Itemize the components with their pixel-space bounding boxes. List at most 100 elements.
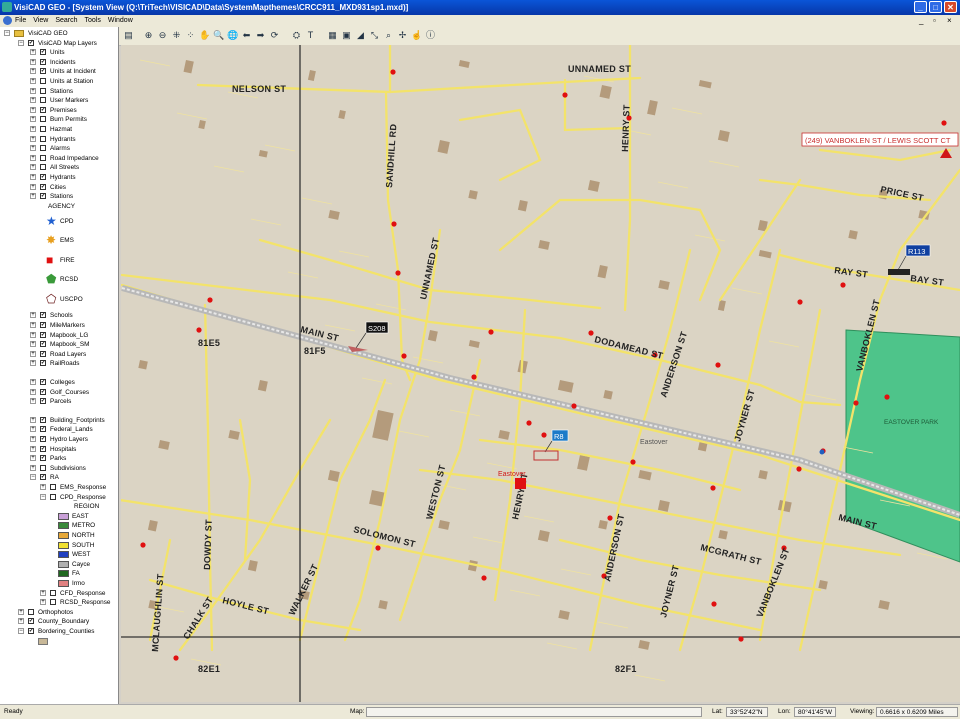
layer-checkbox[interactable] bbox=[40, 58, 46, 65]
layer-checkbox[interactable] bbox=[40, 388, 46, 395]
tree-item-layer[interactable]: + All Streets bbox=[0, 163, 118, 172]
fixed-zoom-out-icon[interactable]: ⁘ bbox=[185, 30, 196, 41]
layer-checkbox[interactable] bbox=[40, 455, 46, 462]
layer-checkbox[interactable] bbox=[40, 435, 46, 442]
expand-toggle[interactable]: − bbox=[40, 493, 46, 500]
expand-toggle[interactable]: + bbox=[30, 378, 36, 385]
layer-checkbox[interactable] bbox=[28, 627, 34, 634]
agency-legend-item[interactable]: ⬠ USCPO bbox=[0, 290, 118, 309]
region-legend-item[interactable]: METRO bbox=[0, 521, 118, 530]
agency-legend-item[interactable]: ✸ EMS bbox=[0, 231, 118, 250]
agency-legend-item[interactable]: ★ CPD bbox=[0, 212, 118, 231]
layer-checkbox[interactable] bbox=[40, 416, 46, 423]
expand-toggle[interactable]: + bbox=[40, 589, 46, 596]
zoom-out-icon[interactable]: ⊖ bbox=[157, 30, 168, 41]
select-hand-icon[interactable]: ☝ bbox=[411, 30, 422, 41]
layer-checkbox[interactable] bbox=[28, 39, 34, 46]
tree-item-layer[interactable]: + Road Layers bbox=[0, 350, 118, 359]
layer-checkbox[interactable] bbox=[40, 106, 46, 113]
vehicle-icon[interactable]: ▣ bbox=[341, 30, 352, 41]
tree-item-layer[interactable]: + Units at Station bbox=[0, 77, 118, 86]
layer-checkbox[interactable] bbox=[40, 474, 46, 481]
tree-cfd-response[interactable]: + CFD_Response bbox=[0, 589, 118, 598]
expand-toggle[interactable]: + bbox=[30, 435, 36, 442]
tree-item-layer[interactable]: + Units at Incident bbox=[0, 67, 118, 76]
layer-checkbox[interactable] bbox=[40, 426, 46, 433]
region-legend-item[interactable]: Irmo bbox=[0, 579, 118, 588]
zoom-in-icon[interactable]: ⊕ bbox=[143, 30, 154, 41]
tree-item-layer[interactable]: − Bordering_Counties bbox=[0, 627, 118, 636]
tree-item-layer[interactable]: + Orthophotos bbox=[0, 608, 118, 617]
tree-item-layer[interactable]: + Parcels bbox=[0, 397, 118, 406]
pan-hand-icon[interactable]: ✋ bbox=[199, 30, 210, 41]
expand-toggle[interactable]: + bbox=[30, 106, 36, 113]
layer-checkbox[interactable] bbox=[40, 135, 46, 142]
expand-toggle[interactable]: − bbox=[18, 627, 24, 634]
tree-item-layer[interactable]: + Stations bbox=[0, 87, 118, 96]
layer-checkbox[interactable] bbox=[40, 445, 46, 452]
find-icon[interactable]: ⛭ bbox=[291, 30, 302, 41]
expand-toggle[interactable]: + bbox=[18, 618, 24, 625]
region-legend-item[interactable]: NORTH bbox=[0, 531, 118, 540]
menu-window[interactable]: Window bbox=[108, 17, 133, 24]
expand-toggle[interactable]: + bbox=[30, 116, 36, 123]
menu-tools[interactable]: Tools bbox=[85, 17, 101, 24]
tree-item-layer[interactable]: + Units bbox=[0, 48, 118, 57]
region-legend-item[interactable]: WEST bbox=[0, 550, 118, 559]
expand-toggle[interactable]: + bbox=[30, 87, 36, 94]
expand-toggle[interactable]: + bbox=[40, 483, 46, 490]
expand-toggle[interactable]: + bbox=[30, 312, 36, 319]
layer-checkbox[interactable] bbox=[40, 378, 46, 385]
zoom-magnifier-icon[interactable]: 🔍 bbox=[213, 30, 224, 41]
layer-checkbox[interactable] bbox=[40, 321, 46, 328]
expand-toggle[interactable]: + bbox=[30, 388, 36, 395]
forward-arrow-icon[interactable]: ➡ bbox=[255, 30, 266, 41]
info-icon[interactable]: ⓘ bbox=[425, 30, 436, 41]
layer-checkbox[interactable] bbox=[50, 589, 56, 596]
layer-checkbox[interactable] bbox=[40, 164, 46, 171]
tree-item-layer[interactable]: + Colleges bbox=[0, 378, 118, 387]
layer-checkbox[interactable] bbox=[40, 78, 46, 84]
tree-ems-response[interactable]: + EMS_Response bbox=[0, 483, 118, 492]
expand-toggle[interactable]: + bbox=[30, 49, 36, 56]
mdi-close-button[interactable]: × bbox=[947, 15, 952, 27]
expand-toggle[interactable]: + bbox=[30, 145, 36, 152]
school-marker[interactable] bbox=[819, 449, 825, 455]
expand-toggle[interactable]: + bbox=[30, 426, 36, 433]
layer-checkbox[interactable] bbox=[40, 68, 46, 75]
layer-checkbox[interactable] bbox=[50, 599, 56, 606]
layer-checkbox[interactable] bbox=[50, 483, 56, 490]
full-extent-globe-icon[interactable]: 🌐 bbox=[227, 30, 238, 41]
tree-item-layer[interactable]: + Hydro Layers bbox=[0, 435, 118, 444]
layer-checkbox[interactable] bbox=[40, 398, 46, 405]
map-canvas[interactable]: NELSON ST UNNAMED ST SANDHILL RD HENRY S… bbox=[121, 45, 960, 702]
expand-toggle[interactable]: + bbox=[30, 360, 36, 367]
tree-rcsd-response[interactable]: + RCSD_Response bbox=[0, 598, 118, 607]
tree-item-layer[interactable]: + Mapbook_SM bbox=[0, 340, 118, 349]
expand-toggle[interactable]: + bbox=[30, 416, 36, 423]
tree-item-layer[interactable]: + Hydrants bbox=[0, 173, 118, 182]
expand-toggle[interactable]: + bbox=[30, 445, 36, 452]
layer-checkbox[interactable] bbox=[40, 183, 46, 190]
expand-toggle[interactable]: − bbox=[30, 474, 36, 481]
agency-legend-item[interactable]: ■ FIRE bbox=[0, 251, 118, 270]
expand-toggle[interactable]: + bbox=[30, 183, 36, 190]
search-icon[interactable]: ⌕ bbox=[383, 30, 394, 41]
layer-checkbox[interactable] bbox=[40, 49, 46, 56]
tree-item-layer[interactable]: + Building_Footprints bbox=[0, 416, 118, 425]
expand-toggle[interactable]: + bbox=[18, 608, 24, 615]
tree-item-layer[interactable]: + Stations bbox=[0, 192, 118, 201]
tree-item-layer[interactable]: + MileMarkers bbox=[0, 321, 118, 330]
text-tool-icon[interactable]: T bbox=[305, 30, 316, 41]
layer-checkbox[interactable] bbox=[40, 154, 46, 161]
expand-toggle[interactable]: − bbox=[18, 39, 24, 46]
tree-item-layer[interactable]: + Federal_Lands bbox=[0, 425, 118, 434]
tree-item-layer[interactable]: + Cities bbox=[0, 183, 118, 192]
tree-item-layer[interactable]: + Schools bbox=[0, 311, 118, 320]
menu-view[interactable]: View bbox=[33, 17, 48, 24]
layer-checkbox[interactable] bbox=[40, 193, 46, 200]
expand-toggle[interactable]: + bbox=[30, 97, 36, 104]
layer-checkbox[interactable] bbox=[40, 87, 46, 94]
pin-icon[interactable]: ✢ bbox=[397, 30, 408, 41]
tree-region-header[interactable]: REGION bbox=[0, 502, 118, 511]
